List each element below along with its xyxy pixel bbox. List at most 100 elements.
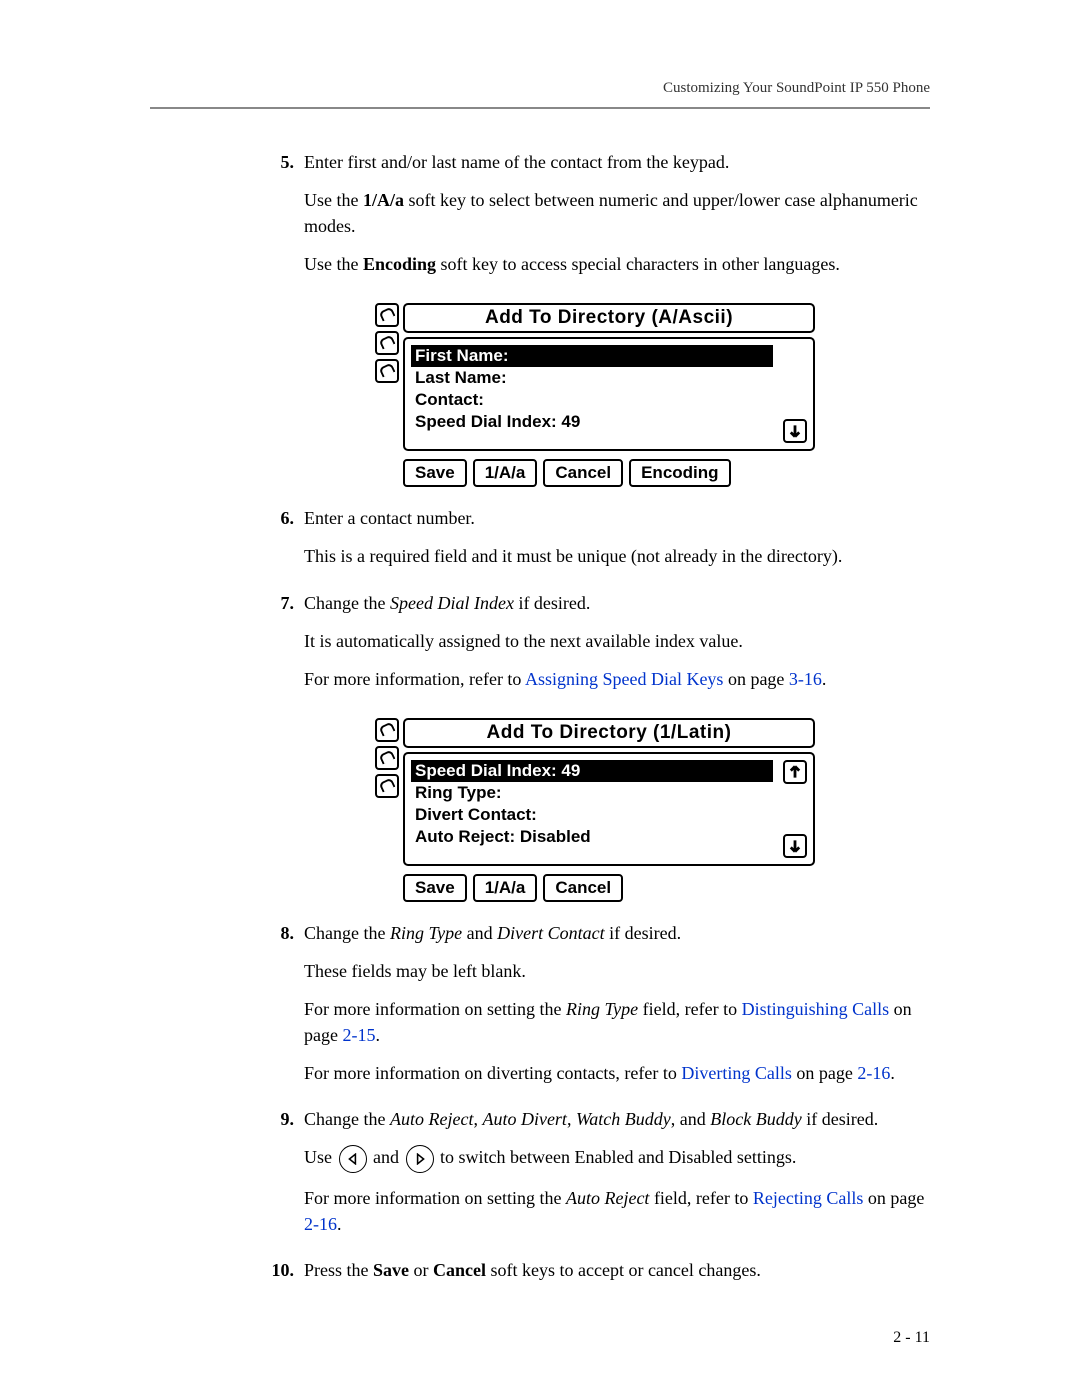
scroll-down-icon	[783, 419, 807, 443]
step-number: 9.	[260, 1106, 304, 1249]
step-body: Enter a contact number. This is a requir…	[304, 505, 930, 581]
step-text: Change the Speed Dial Index if desired.	[304, 590, 930, 616]
arrow-right-button-icon	[406, 1145, 434, 1173]
softkey-mode: 1/A/a	[473, 874, 538, 902]
italic-text: Watch Buddy	[576, 1109, 671, 1129]
text: on page	[792, 1063, 857, 1083]
softkey-cancel: Cancel	[543, 874, 623, 902]
step-body: Change the Ring Type and Divert Contact …	[304, 920, 930, 1098]
text: and	[373, 1147, 404, 1167]
lcd-title: Add To Directory (1/Latin)	[403, 718, 815, 748]
arrow-left-button-icon	[339, 1145, 367, 1173]
softkey-cancel: Cancel	[543, 459, 623, 487]
lcd-row: Auto Reject: Disabled	[415, 826, 803, 848]
text: on page	[723, 669, 788, 689]
lcd-row: Speed Dial Index: 49	[415, 411, 803, 433]
scroll-up-icon	[783, 760, 807, 784]
bold-text: Cancel	[433, 1260, 486, 1280]
lcd-body: First Name: Last Name: Contact: Speed Di…	[403, 337, 815, 451]
phone-icon	[375, 718, 399, 742]
softkey-mode: 1/A/a	[473, 459, 538, 487]
softkey-encoding: Encoding	[629, 459, 730, 487]
step-body: Change the Auto Reject, Auto Divert, Wat…	[304, 1106, 930, 1249]
lcd-row-selected: Speed Dial Index: 49	[411, 760, 773, 782]
cross-reference-link[interactable]: Diverting Calls	[681, 1063, 792, 1083]
step-number: 5.	[260, 149, 304, 289]
step-number: 6.	[260, 505, 304, 581]
step-body: Press the Save or Cancel soft keys to ac…	[304, 1257, 930, 1295]
page-reference-link[interactable]: 2-16	[304, 1214, 337, 1234]
text: Change the	[304, 923, 390, 943]
step-text: Press the Save or Cancel soft keys to ac…	[304, 1257, 930, 1283]
text: Change the	[304, 593, 390, 613]
text: ,	[567, 1109, 576, 1129]
text: field, refer to	[649, 1188, 752, 1208]
page-reference-link[interactable]: 3-16	[789, 669, 822, 689]
text: to switch between Enabled and Disabled s…	[440, 1147, 796, 1167]
italic-text: Block Buddy	[710, 1109, 801, 1129]
step-text: These fields may be left blank.	[304, 958, 930, 984]
page-running-header: Customizing Your SoundPoint IP 550 Phone	[150, 80, 930, 97]
text: if desired.	[802, 1109, 878, 1129]
step-number: 8.	[260, 920, 304, 1098]
phone-icon	[375, 359, 399, 383]
phone-icon	[375, 746, 399, 770]
bold-text: Save	[373, 1260, 409, 1280]
text: .	[890, 1063, 895, 1083]
cross-reference-link[interactable]: Rejecting Calls	[753, 1188, 863, 1208]
cross-reference-link[interactable]: Assigning Speed Dial Keys	[525, 669, 723, 689]
bold-text: Encoding	[363, 254, 436, 274]
step-7: 7. Change the Speed Dial Index if desire…	[260, 590, 930, 704]
lcd-row: Last Name:	[415, 367, 803, 389]
phone-icon	[375, 303, 399, 327]
page-number: 2 - 11	[893, 1329, 930, 1347]
text: .	[337, 1214, 342, 1234]
text: .	[822, 669, 827, 689]
step-text: Use the 1/A/a soft key to select between…	[304, 187, 930, 239]
header-divider	[150, 107, 930, 109]
lcd-row-selected: First Name:	[411, 345, 773, 367]
step-8: 8. Change the Ring Type and Divert Conta…	[260, 920, 930, 1098]
step-text: For more information on setting the Auto…	[304, 1185, 930, 1237]
document-page: Customizing Your SoundPoint IP 550 Phone…	[0, 0, 1080, 1397]
text: For more information, refer to	[304, 669, 525, 689]
text: Change the	[304, 1109, 390, 1129]
text: if desired.	[514, 593, 590, 613]
lcd-row: Ring Type:	[415, 782, 803, 804]
step-text: Change the Auto Reject, Auto Divert, Wat…	[304, 1106, 930, 1132]
step-text: This is a required field and it must be …	[304, 543, 930, 569]
text: Use the	[304, 190, 363, 210]
text: , and	[671, 1109, 711, 1129]
italic-text: Speed Dial Index	[390, 593, 514, 613]
italic-text: Ring Type	[566, 999, 638, 1019]
phone-lcd-screenshot-1: Add To Directory (A/Ascii) First Name: L…	[375, 303, 815, 487]
italic-text: Auto Reject	[566, 1188, 649, 1208]
softkey-save: Save	[403, 874, 467, 902]
page-reference-link[interactable]: 2-15	[342, 1025, 375, 1045]
step-text: For more information on diverting contac…	[304, 1060, 930, 1086]
italic-text: Divert Contact	[497, 923, 604, 943]
scroll-down-icon	[783, 834, 807, 858]
step-text: Use and to switch between Enabled and Di…	[304, 1144, 930, 1173]
step-9: 9. Change the Auto Reject, Auto Divert, …	[260, 1106, 930, 1249]
text: For more information on setting the	[304, 1188, 566, 1208]
phone-icon	[375, 331, 399, 355]
cross-reference-link[interactable]: Distinguishing Calls	[742, 999, 890, 1019]
italic-text: Ring Type	[390, 923, 462, 943]
page-reference-link[interactable]: 2-16	[857, 1063, 890, 1083]
step-text: For more information, refer to Assigning…	[304, 666, 930, 692]
text: For more information on diverting contac…	[304, 1063, 681, 1083]
step-number: 10.	[260, 1257, 304, 1295]
phone-icon	[375, 774, 399, 798]
phone-lcd-screenshot-2: Add To Directory (1/Latin) Speed Dial In…	[375, 718, 815, 902]
text: .	[375, 1025, 380, 1045]
step-text: Enter first and/or last name of the cont…	[304, 149, 930, 175]
lcd-body: Speed Dial Index: 49 Ring Type: Divert C…	[403, 752, 815, 866]
bold-text: 1/A/a	[363, 190, 404, 210]
text: Use	[304, 1147, 337, 1167]
step-6: 6. Enter a contact number. This is a req…	[260, 505, 930, 581]
text: if desired.	[605, 923, 681, 943]
page-content: 5. Enter first and/or last name of the c…	[260, 149, 930, 1296]
text: soft key to access special characters in…	[436, 254, 840, 274]
text: Use the	[304, 254, 363, 274]
